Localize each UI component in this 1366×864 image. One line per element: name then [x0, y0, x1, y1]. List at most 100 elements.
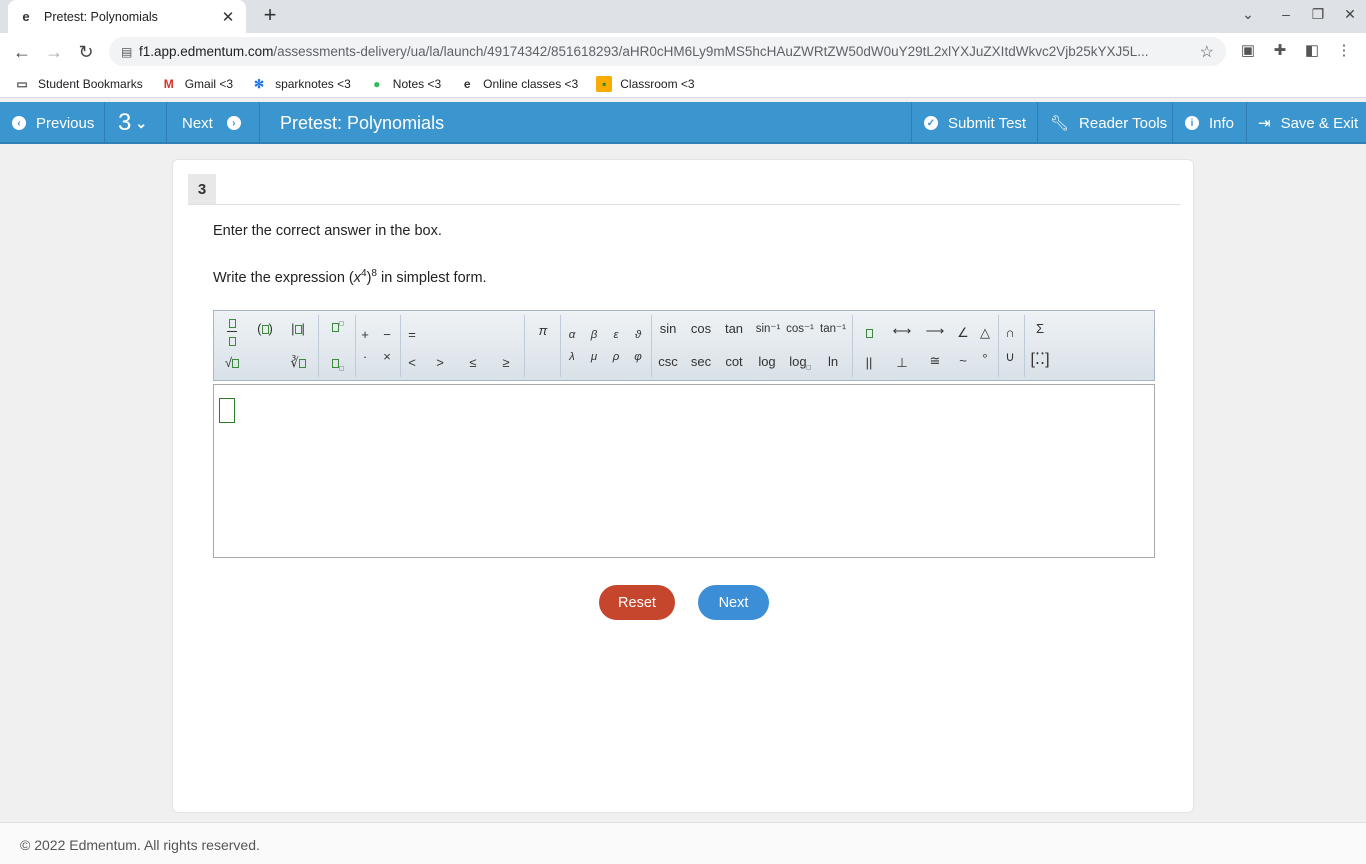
nth-root-icon[interactable]: ∛	[284, 355, 312, 371]
footer: © 2022 Edmentum. All rights reserved.	[0, 822, 1366, 864]
divider	[524, 315, 525, 377]
divider	[1037, 102, 1038, 144]
reader-tools-label: Reader Tools	[1079, 114, 1168, 132]
log-base-icon[interactable]: log□	[784, 354, 816, 372]
tan-icon[interactable]: tan	[720, 321, 748, 336]
bookmark-star-icon[interactable]: ☆	[1200, 42, 1214, 62]
restore-icon[interactable]: ❐	[1308, 6, 1328, 23]
minimize-icon[interactable]: –	[1276, 6, 1296, 22]
phi-icon[interactable]: φ	[624, 351, 652, 363]
submit-label: Submit Test	[948, 114, 1027, 132]
congruent-icon[interactable]: ≅	[921, 353, 949, 369]
sec-icon[interactable]: sec	[687, 354, 715, 369]
divider	[166, 102, 167, 144]
browser-tab[interactable]: e Pretest: Polynomials ✕	[8, 0, 246, 33]
matrix-icon[interactable]: [⁚⁚]	[1026, 349, 1054, 369]
new-tab-icon[interactable]: +	[258, 4, 282, 28]
close-tab-icon[interactable]: ✕	[220, 8, 236, 26]
bookmark-label: Notes <3	[392, 76, 442, 91]
sigma-icon[interactable]: Σ	[1026, 321, 1054, 336]
minus-icon[interactable]: −	[373, 327, 401, 342]
greater-equal-icon[interactable]: ≥	[492, 355, 520, 370]
bookmark-label: Online classes <3	[483, 76, 579, 91]
url-text: f1.app.edmentum.com/assessments-delivery…	[139, 44, 1149, 59]
math-palette: () | | √ ∛ □ □ + − · × = < > ≤ ≥ π α β ε …	[213, 310, 1155, 381]
previous-button[interactable]: ‹ Previous	[12, 102, 94, 144]
intersection-icon[interactable]: ∩	[996, 325, 1024, 340]
divider	[651, 315, 652, 377]
back-icon[interactable]: ←	[9, 39, 35, 65]
question-selector[interactable]: 3 ⌄	[118, 102, 147, 144]
bookmark-sparknotes[interactable]: ✻ sparknotes <3	[251, 76, 351, 92]
answer-input[interactable]	[213, 384, 1155, 558]
bookmark-label: Student Bookmarks	[38, 76, 143, 91]
parallel-icon[interactable]: ||	[855, 355, 883, 370]
check-circle-icon: ✓	[924, 116, 938, 130]
bookmark-online-classes[interactable]: e Online classes <3	[459, 76, 578, 92]
ln-icon[interactable]: ln	[819, 354, 847, 369]
cast-icon[interactable]: ▣	[1238, 41, 1258, 59]
save-exit-button[interactable]: ⇥ Save & Exit	[1258, 102, 1358, 144]
arctan-icon[interactable]: tan⁻¹	[817, 321, 849, 335]
line-icon[interactable]: ⟷	[888, 323, 916, 339]
next-button[interactable]: Next	[698, 585, 769, 620]
less-than-icon[interactable]: <	[398, 355, 426, 370]
sin-icon[interactable]: sin	[654, 321, 682, 336]
reader-tools-button[interactable]: 🔧︎ Reader Tools	[1050, 102, 1167, 144]
browser-toolbar: ← → ↻ ▤ f1.app.edmentum.com/assessments-…	[0, 33, 1366, 70]
ray-icon[interactable]: ⟶	[921, 323, 949, 339]
union-icon[interactable]: ∪	[996, 349, 1024, 365]
times-icon[interactable]: ×	[373, 349, 401, 364]
address-bar[interactable]: ▤ f1.app.edmentum.com/assessments-delive…	[109, 37, 1226, 66]
bookmarks-bar: ▭ Student Bookmarks M Gmail <3 ✻ sparkno…	[0, 70, 1366, 98]
browser-tabstrip: e Pretest: Polynomials ✕ + ⌄ – ❐ ✕	[0, 0, 1366, 33]
equals-icon[interactable]: =	[398, 327, 426, 342]
site-info-icon[interactable]: ▤	[121, 45, 139, 59]
degree-icon[interactable]: °	[971, 351, 999, 366]
cot-icon[interactable]: cot	[720, 354, 748, 369]
overline-icon[interactable]	[855, 325, 883, 340]
arcsin-icon[interactable]: sin⁻¹	[752, 321, 784, 335]
forward-icon[interactable]: →	[41, 39, 67, 65]
side-panel-icon[interactable]: ◧	[1302, 41, 1322, 59]
submit-test-button[interactable]: ✓ Submit Test	[924, 102, 1026, 144]
reset-button[interactable]: Reset	[599, 585, 675, 620]
info-label: Info	[1209, 114, 1235, 132]
bookmark-classroom[interactable]: ▪ Classroom <3	[596, 75, 695, 92]
absolute-value-icon[interactable]: | |	[284, 321, 312, 336]
divider	[852, 315, 853, 377]
subscript-icon[interactable]: □	[324, 355, 352, 373]
bookmark-notes[interactable]: ● Notes <3	[369, 76, 441, 92]
triangle-icon[interactable]: △	[971, 325, 999, 341]
close-window-icon[interactable]: ✕	[1340, 6, 1360, 23]
next-header-button[interactable]: Next ›	[182, 102, 241, 144]
square-root-icon[interactable]: √	[218, 355, 246, 370]
pi-icon[interactable]: π	[529, 323, 557, 338]
superscript-icon[interactable]: □	[324, 319, 352, 334]
arccos-icon[interactable]: cos⁻¹	[784, 321, 816, 335]
csc-icon[interactable]: csc	[654, 354, 682, 369]
theta-icon[interactable]: ϑ	[624, 329, 652, 341]
info-button[interactable]: i Info	[1185, 102, 1234, 144]
less-equal-icon[interactable]: ≤	[459, 355, 487, 370]
arrow-right-circle-icon: ›	[226, 116, 241, 130]
chevron-down-icon: ⌄	[135, 114, 148, 131]
log-icon[interactable]: log	[753, 354, 781, 369]
extensions-puzzle-icon[interactable]: ✚	[1270, 41, 1290, 59]
bookmark-student[interactable]: ▭ Student Bookmarks	[14, 76, 143, 92]
copyright-text: © 2022 Edmentum. All rights reserved.	[20, 837, 260, 853]
perpendicular-icon[interactable]: ⊥	[888, 355, 916, 371]
bookmark-gmail[interactable]: M Gmail <3	[161, 76, 233, 92]
next-label: Next	[182, 114, 213, 132]
cos-icon[interactable]: cos	[687, 321, 715, 336]
arrow-left-circle-icon: ‹	[12, 116, 26, 130]
tab-search-icon[interactable]: ⌄	[1238, 6, 1258, 23]
fraction-icon[interactable]	[218, 315, 246, 348]
greater-than-icon[interactable]: >	[426, 355, 454, 370]
parentheses-icon[interactable]: ()	[251, 321, 279, 336]
wrench-icon: 🔧︎	[1050, 115, 1070, 132]
menu-kebab-icon[interactable]: ⋮	[1334, 41, 1354, 59]
edmentum-icon: e	[463, 76, 471, 91]
divider	[1172, 102, 1173, 144]
reload-icon[interactable]: ↻	[73, 39, 99, 65]
